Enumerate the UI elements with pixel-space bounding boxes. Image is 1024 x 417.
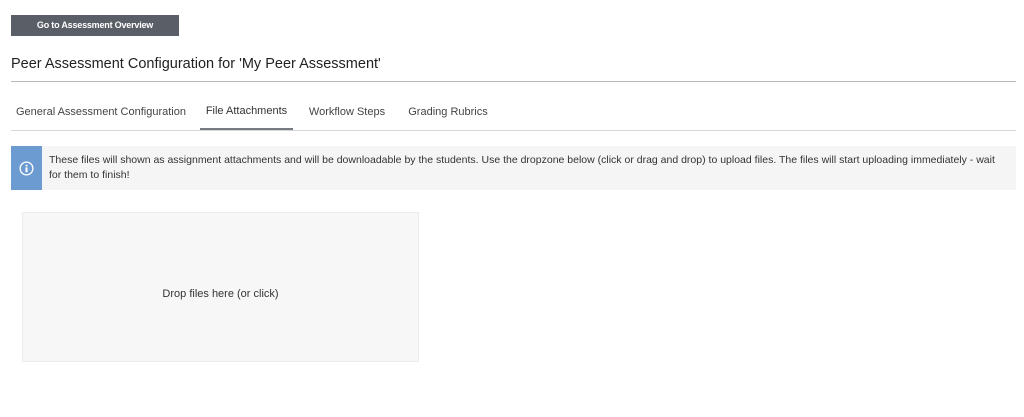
config-tabs: General Assessment Configuration File At… [11,96,1016,131]
page-title: Peer Assessment Configuration for 'My Pe… [11,56,381,72]
info-message-text: These files will shown as assignment att… [49,154,995,181]
file-dropzone[interactable]: Drop files here (or click) [22,212,419,362]
go-to-assessment-overview-button[interactable]: Go to Assessment Overview [11,15,179,36]
info-icon-box [11,146,42,190]
tab-file-attachments[interactable]: File Attachments [200,96,293,130]
info-message: These files will shown as assignment att… [11,146,1016,190]
dropzone-label: Drop files here (or click) [162,288,279,300]
tab-workflow-steps[interactable]: Workflow Steps [306,96,388,130]
tab-grading-rubrics[interactable]: Grading Rubrics [405,96,491,130]
info-circle-icon [19,161,34,176]
title-divider [11,81,1016,82]
tab-general-assessment-configuration[interactable]: General Assessment Configuration [11,96,191,130]
